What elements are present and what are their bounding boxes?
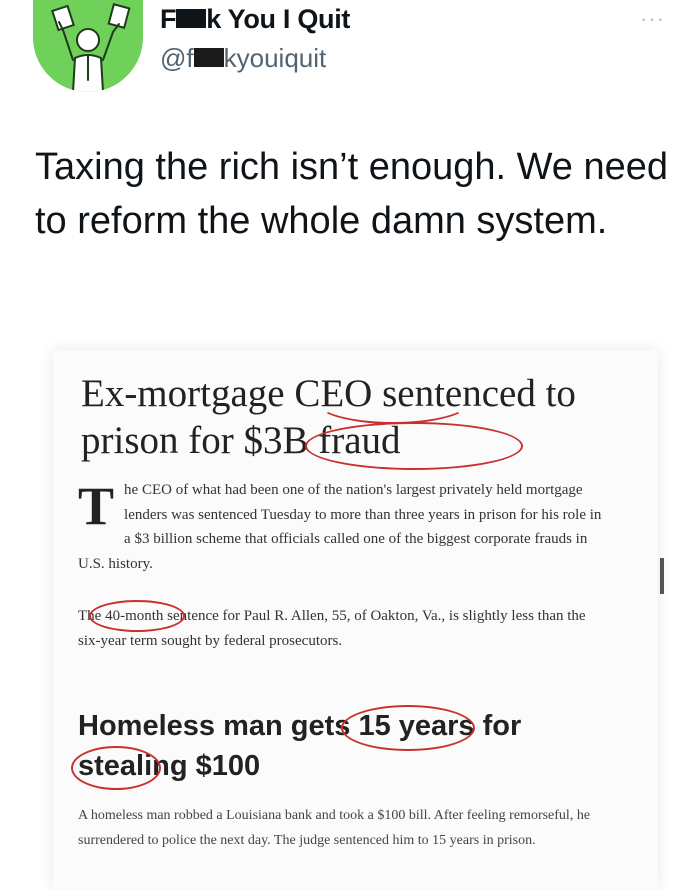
article1-body: The CEO of what had been one of the nati… (78, 478, 608, 576)
handle-suffix: kyouiquit (223, 43, 327, 73)
censor-bar (176, 9, 207, 28)
more-icon[interactable]: ··· (640, 6, 665, 32)
display-name[interactable]: Fk You I Quit (160, 4, 350, 35)
tweet-image[interactable]: Ex-mortgage CEO sentenced to prison for … (53, 350, 658, 890)
circle-annotation (341, 705, 475, 751)
handle-prefix: @f (160, 43, 194, 73)
circle-annotation (316, 380, 470, 424)
user-handle[interactable]: @f kyouiquit (160, 43, 326, 74)
circle-annotation (305, 422, 523, 470)
scrollbar[interactable] (660, 558, 664, 594)
circle-annotation (89, 600, 185, 632)
circle-annotation (71, 746, 161, 790)
tweet-text: Taxing the rich isn’t enough. We need to… (35, 146, 669, 242)
censor-bar (193, 48, 224, 67)
name-suffix: k You I Quit (206, 4, 351, 34)
name-prefix: F (160, 4, 177, 34)
dropcap: T (78, 476, 115, 536)
article2-body: A homeless man robbed a Louisiana bank a… (78, 808, 591, 848)
article1-para1: he CEO of what had been one of the natio… (78, 482, 602, 572)
avatar-illustration (33, 0, 143, 92)
avatar[interactable] (33, 0, 143, 92)
